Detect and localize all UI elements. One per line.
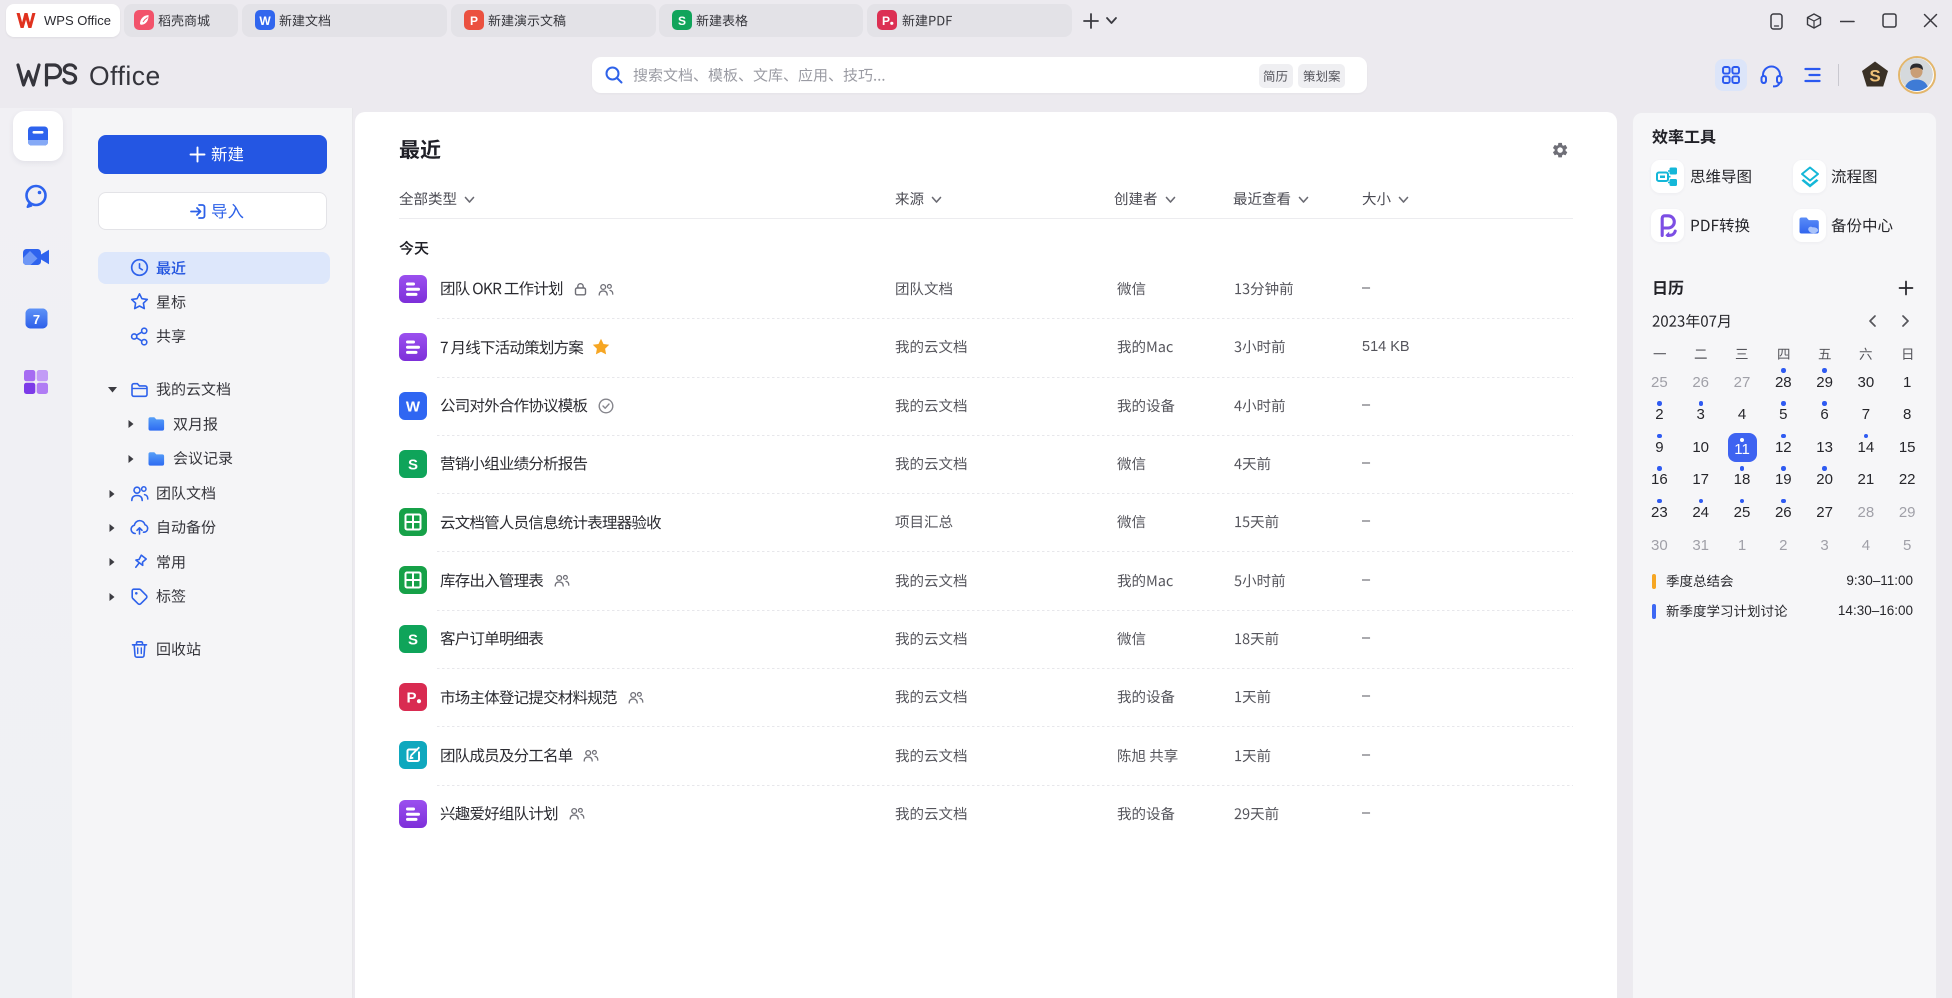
svg-text:P: P <box>470 14 478 28</box>
svg-text:S: S <box>408 632 418 649</box>
svg-text:P: P <box>406 690 416 707</box>
svg-text:S: S <box>1869 67 1880 86</box>
svg-text:W: W <box>259 14 271 28</box>
svg-text:S: S <box>408 457 418 474</box>
svg-text:7: 7 <box>33 312 40 327</box>
svg-text:P: P <box>882 14 890 28</box>
svg-text:S: S <box>678 14 686 28</box>
svg-text:W: W <box>406 399 421 416</box>
